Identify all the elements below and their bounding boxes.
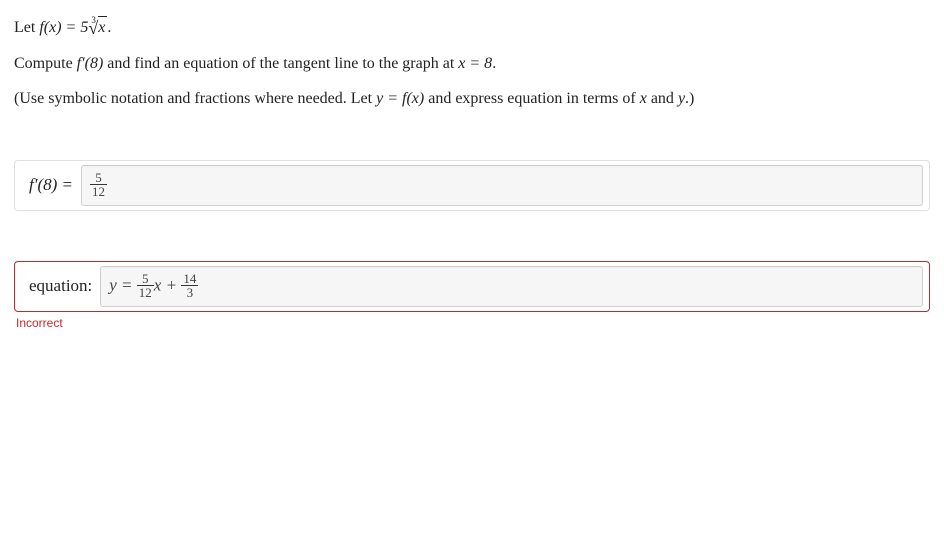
eq-prefix: y =: [109, 275, 137, 294]
label-text: equation:: [29, 276, 92, 295]
math: y: [678, 90, 685, 107]
problem-line-1: Let f(x) = 53√x.: [14, 16, 930, 41]
text: and express equation in terms of: [428, 90, 640, 107]
fraction: 5 12: [90, 171, 107, 198]
radicand: x: [98, 16, 107, 39]
text: .: [492, 55, 496, 72]
problem-line-2: Compute f′(8) and find an equation of th…: [14, 53, 930, 75]
math: x = 8: [458, 55, 492, 72]
math: y = f(x): [376, 90, 424, 107]
fraction: 5 12: [137, 272, 154, 299]
answer-label-equation: equation:: [21, 272, 100, 300]
answer-label-fprime: f′(8) =: [21, 171, 81, 199]
label-text: f′(8) =: [29, 175, 73, 194]
fraction-den: 12: [137, 285, 154, 299]
text: Compute: [14, 55, 77, 72]
math: f′(8): [77, 55, 104, 72]
fraction: 14 3: [181, 272, 198, 299]
fraction-num: 5: [90, 171, 107, 184]
fraction-den: 3: [181, 285, 198, 299]
text: and: [651, 90, 678, 107]
eq-mid: x +: [154, 275, 182, 294]
math: x: [640, 90, 647, 107]
fraction-den: 12: [90, 184, 107, 198]
answer-row-fprime: f′(8) = 5 12: [14, 160, 930, 211]
answer-input-fprime[interactable]: 5 12: [81, 165, 923, 206]
text: Let: [14, 19, 39, 36]
root-index: 3: [91, 14, 96, 27]
answer-input-equation[interactable]: y = 5 12 x + 14 3: [100, 266, 923, 307]
text: and find an equation of the tangent line…: [107, 55, 458, 72]
text: .): [685, 90, 694, 107]
answer-row-equation: equation: y = 5 12 x + 14 3: [14, 261, 930, 312]
math-fn: f(x) = 5: [39, 19, 88, 36]
fraction-num: 14: [181, 272, 198, 285]
problem-line-3: (Use symbolic notation and fractions whe…: [14, 88, 930, 110]
fraction-num: 5: [137, 272, 154, 285]
text: .: [107, 19, 111, 36]
text: (Use symbolic notation and fractions whe…: [14, 90, 376, 107]
feedback-incorrect: Incorrect: [16, 316, 930, 330]
cube-root: 3√x: [88, 16, 107, 41]
